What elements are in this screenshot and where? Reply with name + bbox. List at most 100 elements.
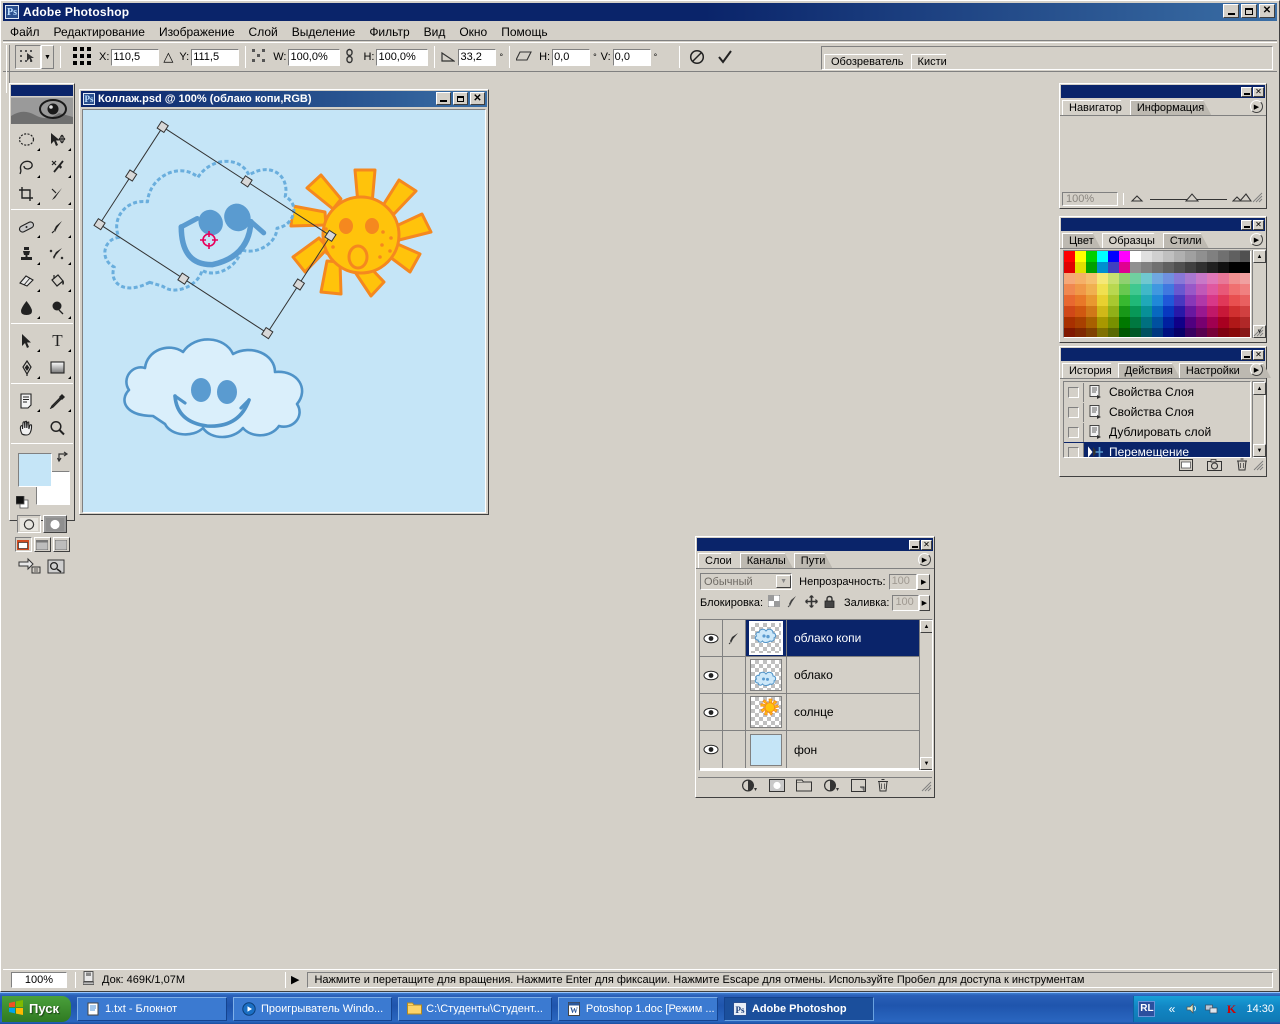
color-swatch[interactable] bbox=[1229, 251, 1240, 262]
table-row[interactable]: облако bbox=[700, 657, 932, 694]
new-group-icon[interactable] bbox=[796, 779, 812, 795]
color-swatch[interactable] bbox=[1196, 284, 1207, 295]
layer-visibility-toggle[interactable] bbox=[700, 657, 723, 693]
history-resize-grip[interactable] bbox=[1253, 460, 1264, 474]
color-swatch[interactable] bbox=[1218, 262, 1229, 273]
taskbar-button-notepad[interactable]: 1.txt - Блокнот bbox=[77, 996, 227, 1021]
layer-name[interactable]: облако bbox=[787, 657, 932, 693]
rotate-input[interactable]: 33,2 bbox=[458, 48, 497, 66]
tool-slice[interactable] bbox=[42, 180, 73, 207]
navigator-title-bar[interactable]: ✕ bbox=[1061, 85, 1265, 98]
color-swatch[interactable] bbox=[1240, 262, 1250, 273]
color-swatch[interactable] bbox=[1119, 295, 1130, 306]
color-swatch[interactable] bbox=[1240, 273, 1250, 284]
full-screen-with-menubar-button[interactable] bbox=[33, 537, 51, 552]
color-swatch[interactable] bbox=[1163, 262, 1174, 273]
color-swatch[interactable] bbox=[1075, 295, 1086, 306]
color-swatch[interactable] bbox=[1240, 284, 1250, 295]
color-swatch[interactable] bbox=[1152, 306, 1163, 317]
tab-color[interactable]: Цвет bbox=[1062, 233, 1101, 248]
color-swatch[interactable] bbox=[1174, 262, 1185, 273]
menu-layer[interactable]: Слой bbox=[242, 23, 285, 41]
color-swatch[interactable] bbox=[1141, 284, 1152, 295]
color-swatch[interactable] bbox=[1207, 317, 1218, 328]
color-swatch[interactable] bbox=[1229, 273, 1240, 284]
start-button[interactable]: Пуск bbox=[2, 995, 71, 1022]
new-layer-icon[interactable] bbox=[851, 778, 866, 795]
color-swatch[interactable] bbox=[1152, 273, 1163, 284]
color-swatch[interactable] bbox=[1108, 306, 1119, 317]
color-swatch[interactable] bbox=[1196, 251, 1207, 262]
color-swatch[interactable] bbox=[1130, 328, 1141, 337]
width-input[interactable]: 100,0% bbox=[288, 48, 341, 66]
color-swatch[interactable] bbox=[1075, 251, 1086, 262]
color-swatch[interactable] bbox=[1240, 306, 1250, 317]
color-swatch[interactable] bbox=[1064, 295, 1075, 306]
color-swatch[interactable] bbox=[1218, 284, 1229, 295]
taskbar-button-explorer[interactable]: C:\Студенты\Студент... bbox=[398, 996, 552, 1021]
cancel-transform-button[interactable] bbox=[686, 46, 709, 68]
color-swatch[interactable] bbox=[1163, 273, 1174, 284]
color-swatch[interactable] bbox=[1086, 306, 1097, 317]
color-swatch[interactable] bbox=[1229, 306, 1240, 317]
blend-mode-select[interactable]: Обычный ▼ bbox=[700, 573, 793, 590]
history-snapshot-checkbox[interactable] bbox=[1064, 422, 1084, 442]
tool-type[interactable]: T bbox=[42, 327, 73, 354]
history-scroll-down-button[interactable]: ▼ bbox=[1253, 444, 1266, 457]
y-input[interactable]: 111,5 bbox=[191, 48, 240, 66]
color-swatch[interactable] bbox=[1141, 317, 1152, 328]
color-swatch[interactable] bbox=[1152, 317, 1163, 328]
menu-view[interactable]: Вид bbox=[417, 23, 453, 41]
color-swatch[interactable] bbox=[1130, 317, 1141, 328]
color-swatch[interactable] bbox=[1185, 273, 1196, 284]
color-swatch[interactable] bbox=[1185, 295, 1196, 306]
standard-mask-mode-button[interactable] bbox=[17, 515, 41, 533]
table-row[interactable]: солнце bbox=[700, 694, 932, 731]
close-button[interactable]: ✕ bbox=[1259, 4, 1275, 18]
antivirus-icon[interactable]: K bbox=[1224, 1001, 1239, 1016]
status-menu-arrow-icon[interactable]: ▶ bbox=[291, 973, 299, 986]
tool-hand[interactable] bbox=[11, 414, 42, 441]
color-swatch[interactable] bbox=[1185, 328, 1196, 337]
swatches-title-bar[interactable]: ✕ bbox=[1061, 218, 1265, 231]
color-swatch[interactable] bbox=[1240, 317, 1250, 328]
clock[interactable]: 14:30 bbox=[1246, 1003, 1274, 1015]
tool-history-brush[interactable] bbox=[42, 240, 73, 267]
menu-edit[interactable]: Редактирование bbox=[47, 23, 152, 41]
color-swatch[interactable] bbox=[1196, 273, 1207, 284]
tool-path-selection[interactable] bbox=[11, 327, 42, 354]
lock-transparency-icon[interactable] bbox=[767, 594, 781, 610]
tab-channels[interactable]: Каналы bbox=[740, 553, 793, 568]
new-document-from-state-icon[interactable] bbox=[1179, 458, 1193, 474]
history-item-selected[interactable]: Перемещение bbox=[1064, 442, 1250, 457]
chevron-left-icon[interactable]: « bbox=[1164, 1001, 1179, 1016]
color-swatch[interactable] bbox=[1207, 306, 1218, 317]
tool-dodge[interactable] bbox=[42, 294, 73, 321]
quick-mask-mode-button[interactable] bbox=[43, 515, 67, 533]
tab-paths[interactable]: Пути bbox=[794, 553, 833, 568]
color-swatch[interactable] bbox=[1174, 284, 1185, 295]
history-snapshot-checkbox[interactable] bbox=[1064, 382, 1084, 402]
delete-state-icon[interactable] bbox=[1236, 458, 1248, 474]
color-swatch[interactable] bbox=[1108, 328, 1119, 337]
height-input[interactable]: 100,0% bbox=[376, 48, 429, 66]
color-swatch[interactable] bbox=[1064, 262, 1075, 273]
swatches-close-button[interactable]: ✕ bbox=[1253, 219, 1264, 230]
zoom-in-icon[interactable] bbox=[1231, 192, 1253, 206]
color-swatch[interactable] bbox=[1097, 317, 1108, 328]
skew-v-input[interactable]: 0,0 bbox=[612, 48, 651, 66]
layer-name[interactable]: солнце bbox=[787, 694, 932, 730]
color-swatch[interactable] bbox=[1075, 328, 1086, 337]
color-swatch[interactable] bbox=[1229, 328, 1240, 337]
color-swatch[interactable] bbox=[1097, 251, 1108, 262]
color-swatch[interactable] bbox=[1240, 295, 1250, 306]
color-swatch[interactable] bbox=[1196, 306, 1207, 317]
lock-all-icon[interactable] bbox=[824, 595, 835, 611]
color-swatch[interactable] bbox=[1086, 328, 1097, 337]
navigator-resize-grip[interactable] bbox=[1252, 192, 1264, 206]
palette-well-tab-brushes[interactable]: Кисти bbox=[911, 54, 954, 69]
tool-magic-wand[interactable] bbox=[42, 153, 73, 180]
lock-position-icon[interactable] bbox=[805, 594, 818, 611]
color-swatch[interactable] bbox=[1064, 251, 1075, 262]
color-swatch[interactable] bbox=[1119, 317, 1130, 328]
